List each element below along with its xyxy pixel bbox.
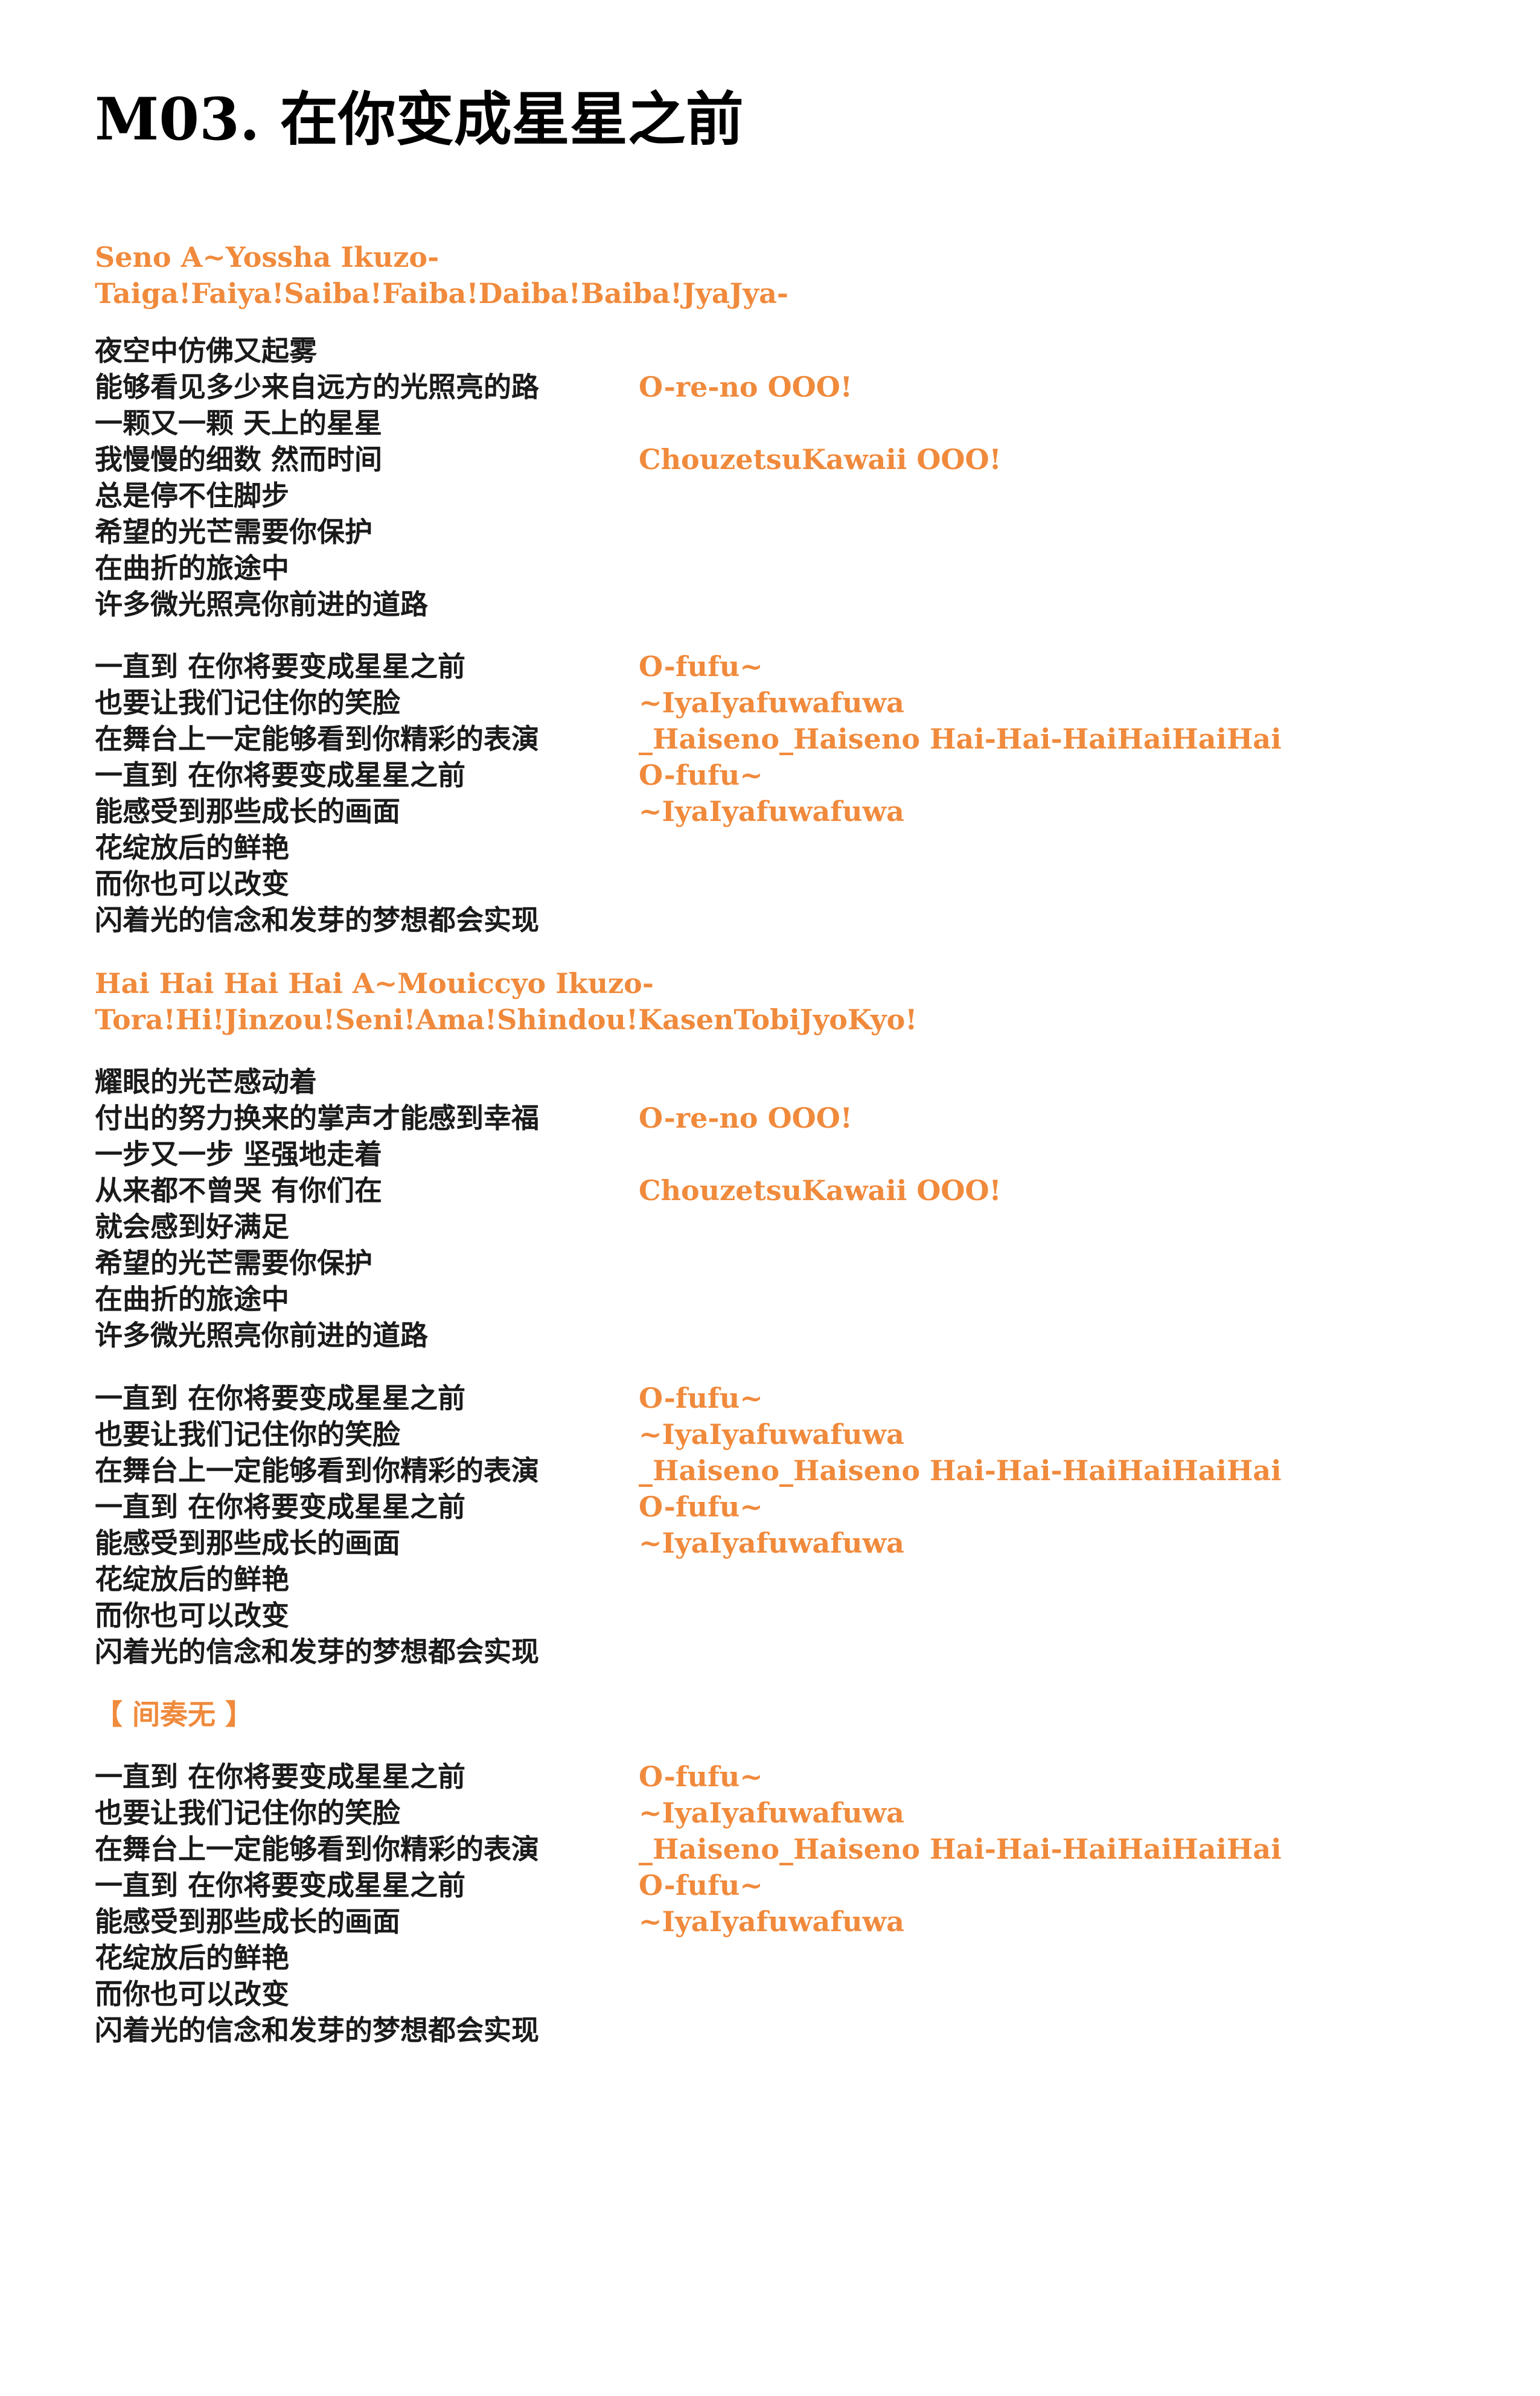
lyrics-page: M03. 在你变成星星之前 Seno A~Yossha Ikuzo- Taiga… xyxy=(0,0,1540,2396)
lyric-line: 一直到 在你将要变成星星之前 xyxy=(95,1490,466,1523)
lyric-line: 在舞台上一定能够看到你精彩的表演 xyxy=(95,1454,539,1487)
lyric-line: 一直到 在你将要变成星星之前 xyxy=(95,1869,466,1902)
call-line: ChouzetsuKawaii OOO! xyxy=(639,443,1002,476)
call-line: O-fufu~ xyxy=(639,1869,763,1902)
lyric-line: 而你也可以改变 xyxy=(95,1599,289,1632)
lyric-line: 一直到 在你将要变成星星之前 xyxy=(95,1382,466,1414)
lyric-line: 一颗又一颗 天上的星星 xyxy=(95,407,383,439)
lyric-line: 花绽放后的鲜艳 xyxy=(95,831,289,864)
intro-call-line: Hai Hai Hai Hai A~Mouiccyo Ikuzo- xyxy=(95,967,654,1000)
lyric-line: 也要让我们记住你的笑脸 xyxy=(95,1797,400,1829)
lyric-line: 能感受到那些成长的画面 xyxy=(95,1527,400,1559)
call-line: O-re-no OOO! xyxy=(639,1102,852,1134)
call-line: O-re-no OOO! xyxy=(639,371,852,403)
call-line: O-fufu~ xyxy=(639,1760,763,1793)
lyric-line: 在舞台上一定能够看到你精彩的表演 xyxy=(95,723,539,755)
call-line: O-fufu~ xyxy=(639,1490,763,1523)
lyric-line: 花绽放后的鲜艳 xyxy=(95,1941,289,1974)
call-line: ~IyaIyafuwafuwa xyxy=(639,1905,904,1938)
intro-call-line: Taiga!Faiya!Saiba!Faiba!Daiba!Baiba!JyaJ… xyxy=(95,277,789,310)
lyric-line: 闪着光的信念和发芽的梦想都会实现 xyxy=(95,2014,539,2046)
call-line: O-fufu~ xyxy=(639,650,763,683)
lyric-line: 一直到 在你将要变成星星之前 xyxy=(95,759,466,791)
lyric-line: 我慢慢的细数 然而时间 xyxy=(95,443,383,476)
call-line: ChouzetsuKawaii OOO! xyxy=(639,1174,1002,1207)
call-line: _Haiseno_Haiseno Hai-Hai-HaiHaiHaiHai xyxy=(639,1454,1282,1487)
call-line: ~IyaIyafuwafuwa xyxy=(639,1797,904,1829)
lyric-line: 能感受到那些成长的画面 xyxy=(95,795,400,828)
lyric-line: 闪着光的信念和发芽的梦想都会实现 xyxy=(95,1635,539,1668)
lyric-line: 而你也可以改变 xyxy=(95,867,289,900)
call-line: ~IyaIyafuwafuwa xyxy=(639,795,904,828)
call-line: ~IyaIyafuwafuwa xyxy=(639,1418,904,1451)
lyric-line: 一直到 在你将要变成星星之前 xyxy=(95,650,466,683)
lyric-line: 在曲折的旅途中 xyxy=(95,552,289,584)
lyric-line: 也要让我们记住你的笑脸 xyxy=(95,1418,400,1451)
page-title: M03. 在你变成星星之前 xyxy=(95,85,744,153)
lyric-line: 许多微光照亮你前进的道路 xyxy=(95,1319,428,1352)
lyric-line: 总是停不住脚步 xyxy=(95,479,289,512)
call-line: _Haiseno_Haiseno Hai-Hai-HaiHaiHaiHai xyxy=(639,723,1282,755)
call-line: _Haiseno_Haiseno Hai-Hai-HaiHaiHaiHai xyxy=(639,1833,1282,1865)
lyric-line: 就会感到好满足 xyxy=(95,1210,289,1243)
lyric-line: 能够看见多少来自远方的光照亮的路 xyxy=(95,371,539,403)
call-line: O-fufu~ xyxy=(639,759,763,791)
lyric-line: 在曲折的旅途中 xyxy=(95,1283,289,1315)
lyric-line: 一直到 在你将要变成星星之前 xyxy=(95,1760,466,1793)
intro-call-line: Seno A~Yossha Ikuzo- xyxy=(95,241,439,273)
lyric-line: 而你也可以改变 xyxy=(95,1978,289,2010)
call-line: ~IyaIyafuwafuwa xyxy=(639,686,904,719)
call-line: ~IyaIyafuwafuwa xyxy=(639,1527,904,1559)
lyric-line: 许多微光照亮你前进的道路 xyxy=(95,588,428,621)
lyric-line: 付出的努力换来的掌声才能感到幸福 xyxy=(95,1102,539,1134)
lyric-line: 希望的光芒需要你保护 xyxy=(95,516,372,548)
lyric-line: 能感受到那些成长的画面 xyxy=(95,1905,400,1938)
lyric-line: 耀眼的光芒感动着 xyxy=(95,1065,317,1098)
call-line: O-fufu~ xyxy=(639,1382,763,1414)
lyric-line: 从来都不曾哭 有你们在 xyxy=(95,1174,383,1207)
intro-call-line: Tora!Hi!Jinzou!Seni!Ama!Shindou!KasenTob… xyxy=(95,1003,918,1036)
lyric-line: 夜空中仿佛又起雾 xyxy=(95,334,317,367)
lyric-line: 一步又一步 坚强地走着 xyxy=(95,1138,383,1171)
lyric-line: 闪着光的信念和发芽的梦想都会实现 xyxy=(95,904,539,936)
lyric-line: 花绽放后的鲜艳 xyxy=(95,1563,289,1596)
lyric-line: 也要让我们记住你的笑脸 xyxy=(95,686,400,719)
lyric-line: 在舞台上一定能够看到你精彩的表演 xyxy=(95,1833,539,1865)
lyric-line: 希望的光芒需要你保护 xyxy=(95,1247,372,1279)
interlude-label: 【 间奏无 】 xyxy=(95,1698,254,1731)
